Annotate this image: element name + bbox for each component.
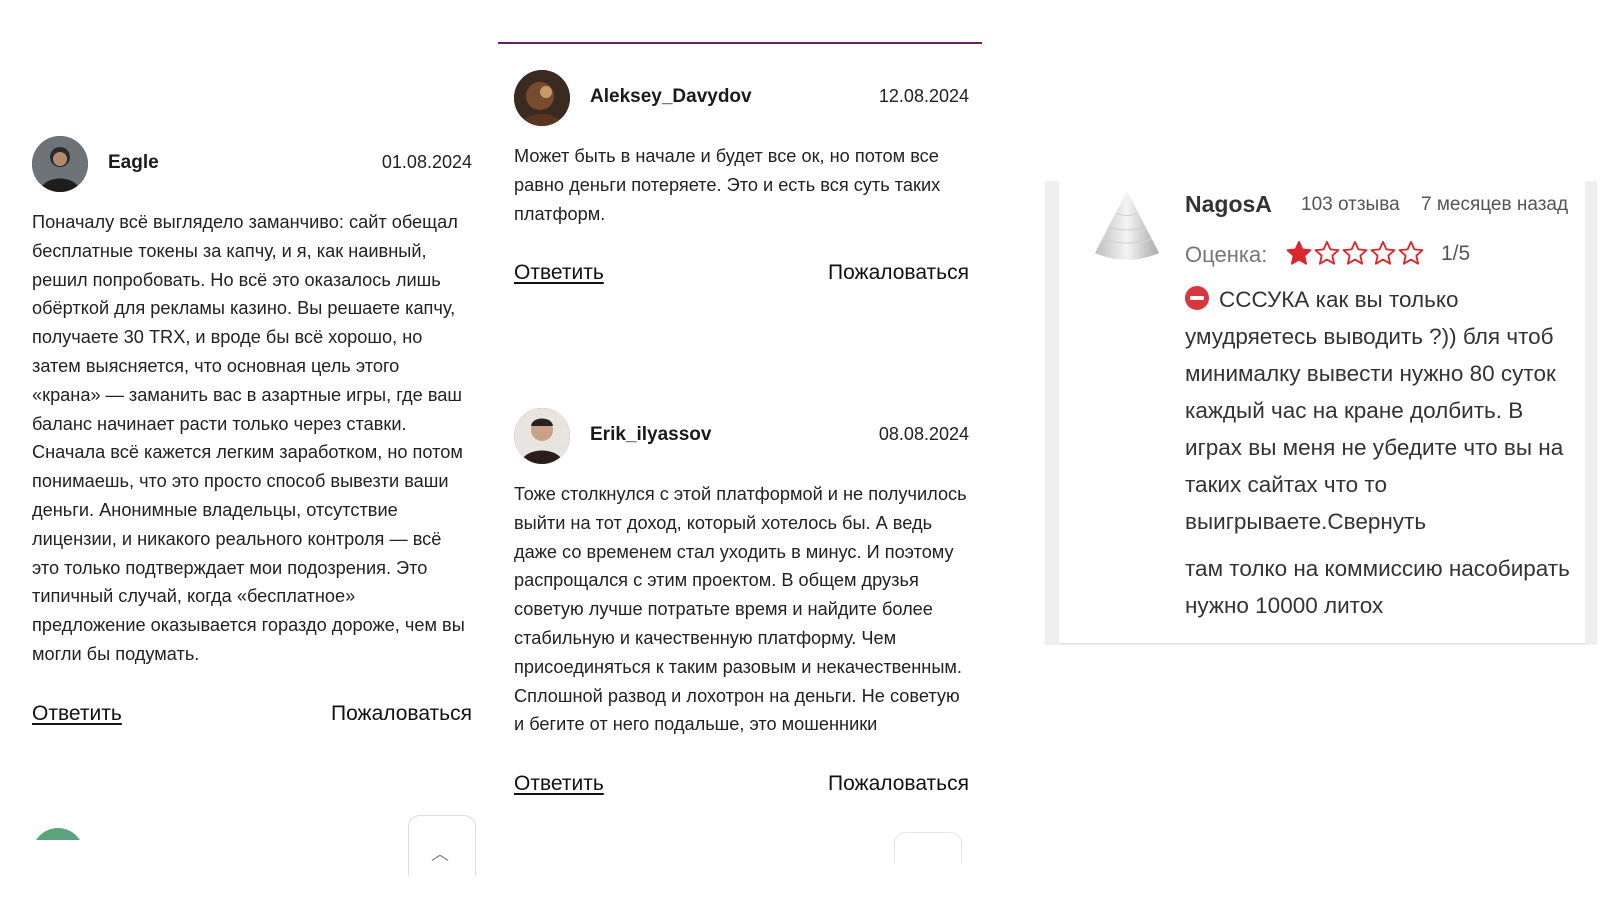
review-header: Eagle 01.08.2024: [32, 136, 472, 192]
user-avatar[interactable]: [1087, 187, 1167, 267]
user-name[interactable]: Erik_ilyassov: [590, 424, 711, 446]
complain-link[interactable]: Пожаловаться: [828, 772, 969, 796]
user-avatar[interactable]: [514, 408, 570, 464]
review-actions: Ответить Пожаловаться: [514, 772, 969, 802]
next-review-avatar[interactable]: [32, 828, 84, 840]
negative-icon: [1185, 286, 1209, 310]
reply-link[interactable]: Ответить: [514, 261, 604, 285]
chevron-up-icon: ︿: [431, 844, 449, 864]
reply-link[interactable]: Ответить: [514, 772, 604, 796]
review-text: Тоже столкнулся с этой платформой и не п…: [514, 484, 967, 735]
rating-value: 1/5: [1441, 242, 1471, 265]
star-empty-icon: [1397, 239, 1425, 267]
complain-link[interactable]: Пожаловаться: [331, 702, 472, 726]
review-header: Erik_ilyassov 08.08.2024: [514, 408, 969, 464]
collapse-link[interactable]: Свернуть: [1327, 509, 1426, 534]
reply-link[interactable]: Ответить: [32, 702, 122, 726]
star-filled-icon: [1285, 239, 1313, 267]
review-actions: Ответить Пожаловаться: [32, 702, 472, 732]
review-card-aleksey: Aleksey_Davydov 12.08.2024 Может быть в …: [514, 70, 969, 291]
overlay-tab: [894, 832, 962, 863]
review-time: 7 месяцев назад: [1421, 194, 1569, 215]
review-date: 12.08.2024: [878, 86, 969, 106]
section-divider: [498, 42, 982, 44]
external-review-panel: NagosA 103 отзыва 7 месяцев назад Оценка…: [1045, 181, 1597, 645]
review-date: 08.08.2024: [878, 424, 969, 444]
review-card-eagle: Eagle 01.08.2024 Поначалу всё выглядело …: [32, 136, 472, 732]
rating-label: Оценка:: [1185, 242, 1268, 267]
user-avatar[interactable]: [514, 70, 570, 126]
user-name[interactable]: Eagle: [108, 152, 159, 174]
star-empty-icon: [1369, 239, 1397, 267]
star-empty-icon: [1313, 239, 1341, 267]
user-name[interactable]: NagosA: [1185, 191, 1272, 218]
reviews-count[interactable]: 103 отзыва: [1301, 194, 1400, 216]
review-text-body: СССУКА как вы только умудряетесь выводит…: [1185, 287, 1564, 534]
review-text: Поначалу всё выглядело заманчиво: сайт о…: [32, 212, 465, 664]
review-text: Может быть в начале и будет все ок, но п…: [514, 146, 941, 224]
external-review-card: NagosA 103 отзыва 7 месяцев назад Оценка…: [1059, 181, 1585, 644]
scroll-top-button[interactable]: ︿: [408, 815, 476, 876]
review-date: 01.08.2024: [381, 152, 472, 172]
review-actions: Ответить Пожаловаться: [514, 261, 969, 291]
review-text: СССУКА как вы только умудряетесь выводит…: [1185, 281, 1575, 540]
rating-stars: [1285, 239, 1425, 267]
user-avatar[interactable]: [32, 136, 88, 192]
user-name[interactable]: Aleksey_Davydov: [590, 86, 752, 108]
star-empty-icon: [1341, 239, 1369, 267]
review-card-erik: Erik_ilyassov 08.08.2024 Тоже столкнулся…: [514, 408, 969, 802]
review-header: Aleksey_Davydov 12.08.2024: [514, 70, 969, 126]
complain-link[interactable]: Пожаловаться: [828, 261, 969, 285]
review-text-continued: там толко на коммиссию насобирать нужно …: [1185, 556, 1570, 618]
